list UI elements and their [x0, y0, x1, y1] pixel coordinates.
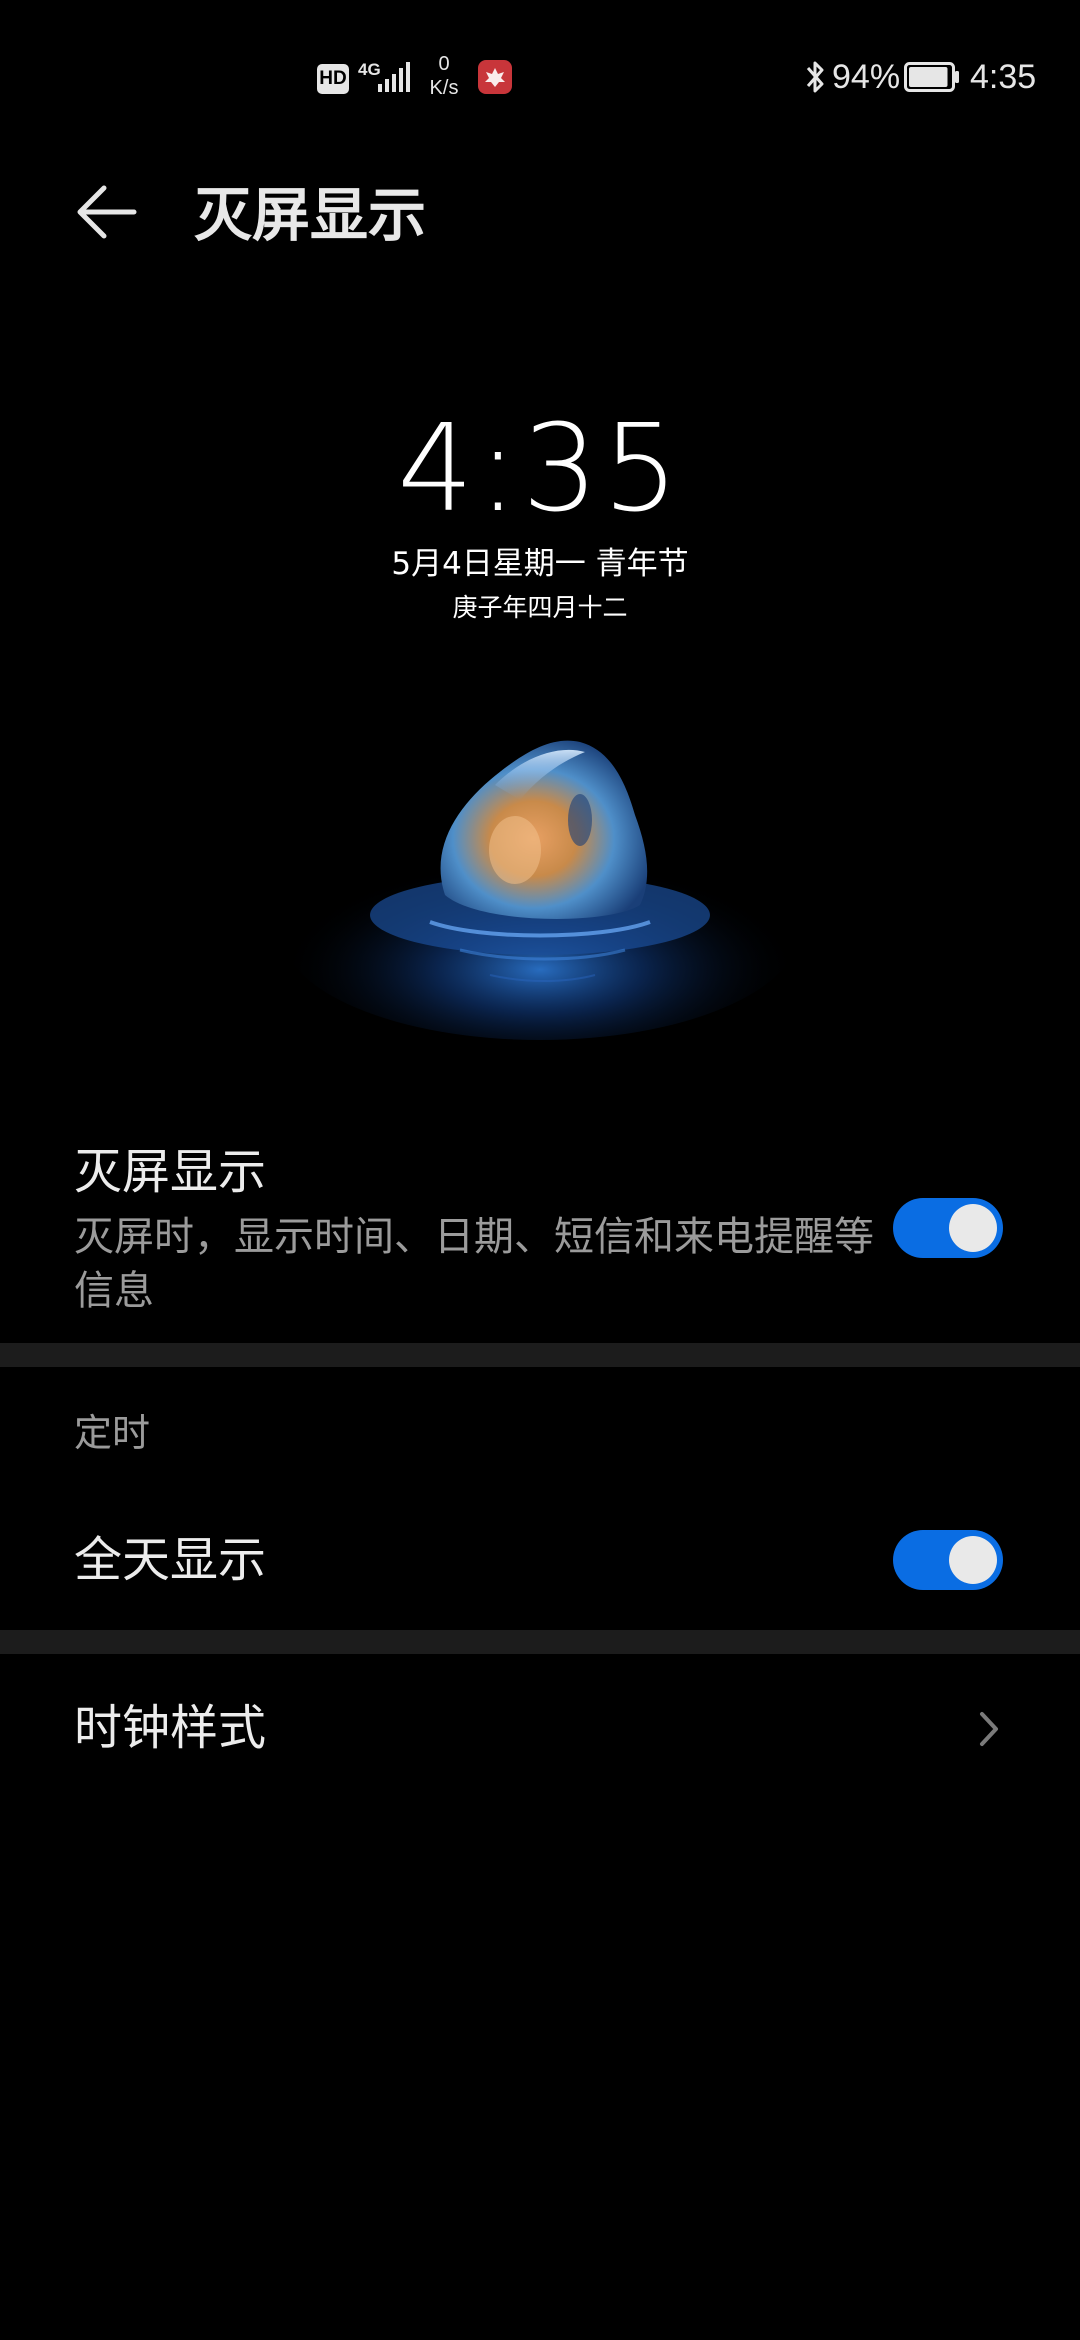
back-button[interactable] [70, 176, 142, 248]
schedule-section-label: 定时 [74, 1411, 151, 1455]
section-divider [0, 1343, 1080, 1367]
bluetooth-icon [806, 61, 824, 93]
aod-setting-description: 灭屏时，显示时间、日期、短信和来电提醒等信息 [74, 1214, 874, 1314]
aod-setting-title: 灭屏显示 [74, 1144, 267, 1200]
aod-toggle[interactable] [893, 1198, 1003, 1258]
clock-style-label: 时钟样式 [74, 1700, 267, 1756]
preview-clock: 4:35 [397, 400, 683, 539]
battery-percent: 94% [832, 58, 901, 96]
signal-icon [378, 62, 410, 92]
section-divider [0, 1630, 1080, 1654]
preview-date: 5月4日星期一 青年节 [391, 546, 689, 582]
toggle-knob [949, 1204, 997, 1252]
all-day-display-label: 全天显示 [74, 1532, 267, 1588]
chevron-right-icon [980, 1712, 998, 1746]
page-title: 灭屏显示 [194, 181, 427, 249]
all-day-display-toggle[interactable] [893, 1530, 1003, 1590]
clock-style-row[interactable]: 时钟样式 [0, 1680, 1080, 1780]
status-bar: HD 4G 0 K/s 94% 4:35 [0, 0, 1080, 150]
status-time: 4:35 [970, 58, 1037, 96]
battery-icon [904, 62, 959, 92]
network-speed-value: 0 [438, 53, 450, 75]
water-drop-image [280, 740, 800, 1040]
preview-lunar-date: 庚子年四月十二 [452, 593, 628, 622]
arrow-left-icon [77, 185, 137, 239]
app-notification-icon [478, 60, 512, 94]
network-speed: 0 K/s [420, 52, 468, 100]
network-speed-unit: K/s [429, 77, 459, 99]
hd-icon: HD [317, 64, 349, 94]
toggle-knob [949, 1536, 997, 1584]
